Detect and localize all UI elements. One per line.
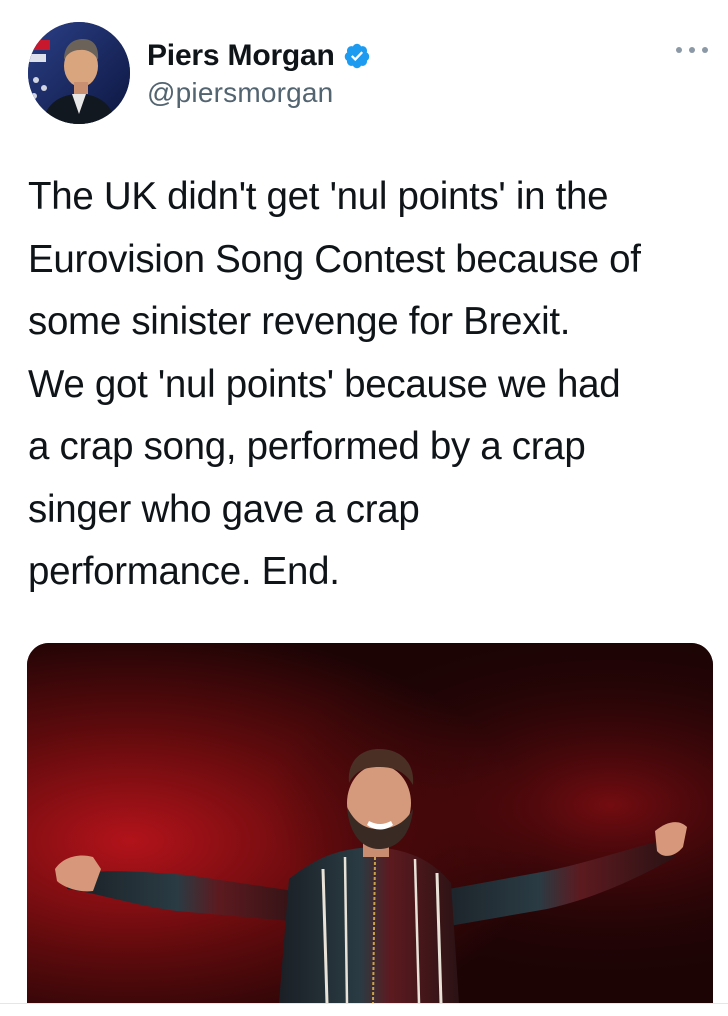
- tweet-text-line: We got 'nul points' because we had: [28, 362, 621, 406]
- tweet-text-line: some sinister revenge for Brexit.: [28, 300, 571, 343]
- tweet-media-image[interactable]: [27, 643, 713, 1003]
- tweet-text-line: Eurovision Song Contest because of: [28, 237, 641, 281]
- author-name-row[interactable]: Piers Morgan: [147, 38, 371, 74]
- tweet-text-line: performance. End.: [28, 550, 340, 593]
- tweet-text: The UK didn't get 'nul points' in the Eu…: [28, 166, 718, 604]
- tweet-text-line: a crap song, performed by a crap: [28, 425, 586, 468]
- more-options-button[interactable]: [676, 40, 708, 60]
- more-dot-icon: [702, 47, 708, 53]
- author-avatar[interactable]: [28, 22, 130, 124]
- bottom-divider: [0, 1003, 728, 1004]
- more-dot-icon: [689, 47, 695, 53]
- more-dot-icon: [676, 47, 682, 53]
- singer-on-stage-photo: [27, 643, 713, 1003]
- tweet-card: Piers Morgan @piersmorgan The UK didn't …: [0, 0, 728, 1016]
- author-handle[interactable]: @piersmorgan: [147, 77, 333, 109]
- author-display-name[interactable]: Piers Morgan: [147, 39, 335, 73]
- avatar-photo: [28, 22, 130, 124]
- tweet-text-line: singer who gave a crap: [28, 487, 420, 531]
- verified-badge-icon: [344, 43, 369, 69]
- tweet-text-line: The UK didn't get 'nul points' in the: [28, 175, 609, 218]
